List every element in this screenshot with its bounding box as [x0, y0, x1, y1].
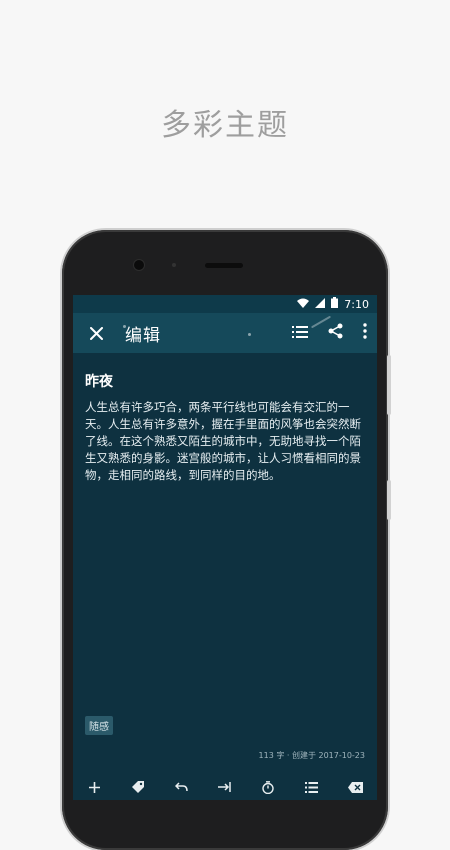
speaker-grille — [205, 263, 243, 268]
backspace-button[interactable] — [346, 778, 364, 796]
list-icon — [305, 781, 319, 793]
battery-icon — [331, 297, 339, 311]
tag-button[interactable] — [129, 778, 147, 796]
note-title[interactable]: 昨夜 — [85, 371, 365, 391]
status-bar: 7:10 — [73, 295, 377, 313]
app-bar: 编辑 — [73, 313, 377, 353]
phone-side-button — [387, 480, 391, 520]
status-time: 7:10 — [344, 297, 369, 311]
signal-icon — [315, 297, 326, 311]
sensor-icon — [172, 263, 176, 267]
undo-icon — [175, 782, 188, 792]
decorative-spark — [248, 333, 251, 336]
note-body[interactable]: 人生总有许多巧合，两条平行线也可能会有交汇的一天。人生总有许多意外，握在手里面的… — [85, 399, 365, 484]
backspace-icon — [347, 781, 363, 793]
list-icon — [292, 325, 308, 338]
note-content[interactable]: 昨夜 人生总有许多巧合，两条平行线也可能会有交汇的一天。人生总有许多意外，握在手… — [73, 353, 377, 484]
add-button[interactable] — [86, 778, 104, 796]
indent-icon — [218, 782, 232, 792]
close-icon — [89, 326, 103, 340]
editor-toolbar — [73, 774, 377, 800]
camera-icon — [134, 260, 144, 270]
indent-button[interactable] — [216, 778, 234, 796]
note-tag[interactable]: 随感 — [85, 716, 113, 735]
tag-icon — [132, 781, 145, 793]
plus-icon — [89, 781, 101, 793]
note-meta: 113 字 · 创建于 2017-10-23 — [258, 751, 365, 760]
app-bar-actions — [292, 313, 367, 353]
share-icon — [328, 323, 343, 339]
close-button[interactable] — [87, 324, 105, 342]
phone-side-button — [387, 355, 391, 415]
screen: 7:10 编辑 昨夜 人生总有许多巧合，两条平行线也可能会有交汇的一天。人生总有… — [73, 295, 377, 800]
more-button[interactable] — [363, 323, 367, 343]
page-title: 编辑 — [125, 325, 161, 346]
share-button[interactable] — [328, 323, 343, 343]
decorative-spark — [123, 325, 126, 328]
outline-button[interactable] — [292, 324, 308, 343]
timer-icon — [262, 780, 275, 794]
wifi-icon — [297, 298, 310, 311]
timer-button[interactable] — [259, 778, 277, 796]
more-vert-icon — [363, 323, 367, 339]
undo-button[interactable] — [173, 778, 191, 796]
list-button[interactable] — [303, 778, 321, 796]
headline: 多彩主题 — [161, 108, 289, 143]
